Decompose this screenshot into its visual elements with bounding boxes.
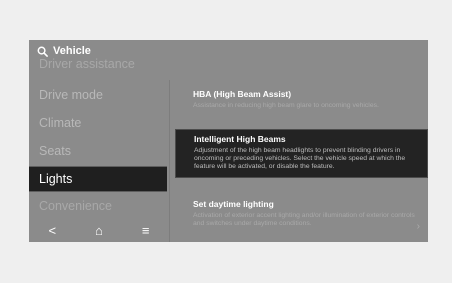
option-intelligent-high-beams[interactable]: Intelligent High Beams Adjustment of the…	[175, 129, 428, 178]
home-button[interactable]: ⌂	[84, 223, 114, 238]
chevron-right-icon: ›	[416, 221, 420, 232]
sidebar-item-label: Lights	[39, 172, 73, 186]
option-title: Set daytime lighting	[193, 199, 274, 209]
sidebar-item-seats[interactable]: Seats	[29, 138, 167, 164]
sidebar-item-climate[interactable]: Climate	[29, 110, 167, 136]
option-description: Adjustment of the high beam headlights t…	[194, 147, 406, 170]
bottom-nav-bar: < ⌂ ≡	[29, 218, 169, 242]
option-title: HBA (High Beam Assist)	[193, 89, 292, 99]
sidebar-item-label: Drive mode	[39, 88, 103, 102]
vehicle-settings-screen: Vehicle Driver assistance Drive mode Cli…	[29, 40, 428, 242]
sidebar-item-lights[interactable]: Lights	[29, 166, 167, 192]
sidebar-item-driver-assistance[interactable]: Driver assistance	[29, 56, 167, 72]
option-daytime-lighting[interactable]: Set daytime lighting Activation of exter…	[175, 195, 428, 232]
sidebar-item-convenience[interactable]: Convenience	[29, 194, 167, 218]
back-button[interactable]: <	[37, 223, 67, 238]
sidebar-item-drive-mode[interactable]: Drive mode	[29, 82, 167, 108]
lights-options-list: HBA (High Beam Assist) Assistance in red…	[175, 80, 428, 242]
sidebar-item-label: Convenience	[39, 199, 112, 213]
sidebar: Driver assistance Drive mode Climate Sea…	[29, 57, 169, 242]
sidebar-item-label: Seats	[39, 144, 71, 158]
option-description: Activation of exterior accent lighting a…	[193, 212, 415, 227]
menu-button[interactable]: ≡	[131, 223, 161, 238]
sidebar-item-label: Climate	[39, 116, 82, 130]
option-title: Intelligent High Beams	[194, 134, 286, 144]
sidebar-item-label: Driver assistance	[39, 57, 135, 71]
option-description: Assistance in reducing high beam glare t…	[193, 102, 379, 109]
search-icon[interactable]	[37, 46, 48, 57]
sidebar-divider	[169, 80, 170, 242]
option-hba[interactable]: HBA (High Beam Assist) Assistance in red…	[175, 85, 428, 114]
